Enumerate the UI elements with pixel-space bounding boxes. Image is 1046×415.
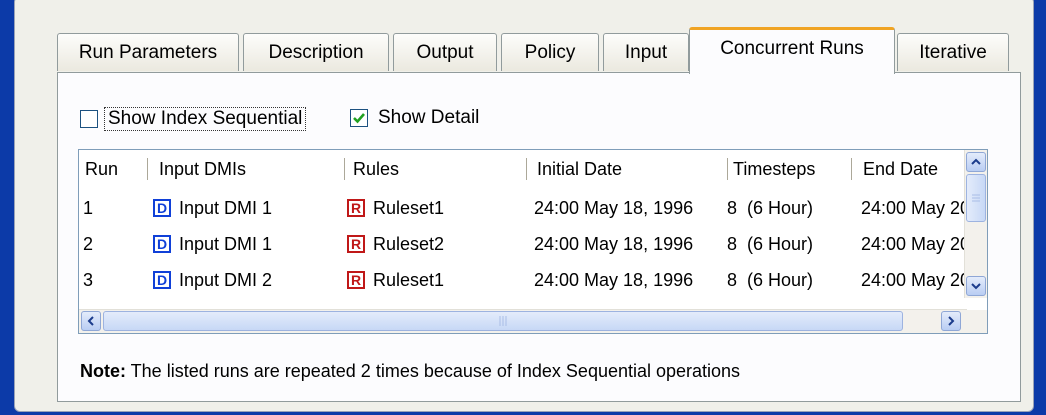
tab-description[interactable]: Description bbox=[243, 33, 389, 71]
tab-iterative[interactable]: Iterative bbox=[897, 33, 1009, 71]
table-row[interactable]: 2 D Input DMI 1 R Ruleset2 24:00 May 18,… bbox=[79, 226, 975, 262]
ruleset-icon: R bbox=[347, 271, 365, 289]
timesteps-cell: 8 (6 Hour) bbox=[727, 197, 814, 218]
checkbox-box[interactable] bbox=[80, 110, 98, 128]
column-divider[interactable] bbox=[344, 158, 345, 180]
show-detail-label: Show Detail bbox=[378, 107, 480, 128]
dmi-name: Input DMI 1 bbox=[179, 233, 273, 254]
arrow-right-icon[interactable] bbox=[941, 311, 961, 331]
timesteps-cell: 8 (6 Hour) bbox=[727, 269, 814, 290]
tab-strip: Run Parameters Description Output Policy… bbox=[57, 27, 1021, 74]
checkbox-box[interactable] bbox=[350, 109, 368, 127]
dmi-icon: D bbox=[153, 199, 171, 217]
dmi-icon: D bbox=[153, 271, 171, 289]
arrow-up-icon[interactable] bbox=[966, 152, 986, 172]
dmi-name: Input DMI 2 bbox=[179, 269, 273, 290]
table-row[interactable]: 1 D Input DMI 1 R Ruleset1 24:00 May 18,… bbox=[79, 190, 975, 226]
run-cell: 1 bbox=[83, 197, 94, 218]
end-date-cell: 24:00 May 20, bbox=[861, 197, 976, 218]
end-date-cell: 24:00 May 20, bbox=[861, 233, 976, 254]
table-row[interactable]: 3 D Input DMI 2 R Ruleset1 24:00 May 18,… bbox=[79, 262, 975, 298]
rules-cell: R Ruleset1 bbox=[347, 262, 444, 298]
ruleset-icon: R bbox=[347, 199, 365, 217]
show-detail-checkbox[interactable]: Show Detail bbox=[350, 107, 479, 129]
column-divider[interactable] bbox=[851, 158, 852, 180]
column-header-initial-date[interactable]: Initial Date bbox=[531, 150, 721, 188]
note-label: Note: bbox=[80, 361, 126, 381]
show-index-sequential-checkbox[interactable]: Show Index Sequential bbox=[80, 107, 307, 131]
arrow-down-icon[interactable] bbox=[966, 276, 986, 296]
dmi-icon: D bbox=[153, 235, 171, 253]
initial-date-cell: 24:00 May 18, 1996 bbox=[534, 269, 694, 290]
ruleset-name: Ruleset2 bbox=[373, 233, 445, 254]
run-cell: 3 bbox=[83, 269, 94, 290]
ruleset-name: Ruleset1 bbox=[373, 197, 445, 218]
dmi-name: Input DMI 1 bbox=[179, 197, 273, 218]
column-divider[interactable] bbox=[526, 158, 527, 180]
concurrent-runs-table[interactable]: Run Input DMIs Rules Initial Date Timest… bbox=[78, 149, 988, 334]
rules-cell: R Ruleset1 bbox=[347, 190, 444, 226]
dmi-cell: D Input DMI 2 bbox=[153, 262, 272, 298]
column-header-rules[interactable]: Rules bbox=[347, 150, 527, 188]
scrollbar-corner bbox=[965, 310, 987, 333]
vertical-scroll-thumb[interactable] bbox=[966, 174, 986, 222]
arrow-left-icon[interactable] bbox=[81, 311, 101, 331]
checkmark-icon bbox=[353, 113, 365, 124]
run-cell: 2 bbox=[83, 233, 94, 254]
column-header-input-dmis[interactable]: Input DMIs bbox=[153, 150, 343, 188]
ruleset-name: Ruleset1 bbox=[373, 269, 445, 290]
dmi-cell: D Input DMI 1 bbox=[153, 226, 272, 262]
rules-cell: R Ruleset2 bbox=[347, 226, 444, 262]
column-header-end-date[interactable]: End Date bbox=[857, 150, 967, 188]
tab-output[interactable]: Output bbox=[393, 33, 497, 71]
concurrent-runs-page: Show Index Sequential Show Detail Run In… bbox=[57, 72, 1021, 402]
horizontal-scrollbar[interactable] bbox=[79, 309, 967, 333]
tab-concurrent-runs[interactable]: Concurrent Runs bbox=[689, 27, 895, 74]
vertical-scrollbar[interactable] bbox=[964, 150, 987, 298]
tab-run-parameters[interactable]: Run Parameters bbox=[57, 33, 239, 71]
timesteps-cell: 8 (6 Hour) bbox=[727, 233, 814, 254]
column-header-timesteps[interactable]: Timesteps bbox=[727, 150, 851, 188]
table-header: Run Input DMIs Rules Initial Date Timest… bbox=[79, 150, 967, 188]
show-index-sequential-label: Show Index Sequential bbox=[104, 107, 307, 131]
horizontal-scroll-thumb[interactable] bbox=[103, 311, 903, 331]
column-header-run[interactable]: Run bbox=[79, 150, 147, 188]
note-text: Note: The listed runs are repeated 2 tim… bbox=[80, 361, 740, 382]
end-date-cell: 24:00 May 20, bbox=[861, 269, 976, 290]
ruleset-icon: R bbox=[347, 235, 365, 253]
note-message: The listed runs are repeated 2 times bec… bbox=[126, 361, 741, 381]
dialog-panel: Run Parameters Description Output Policy… bbox=[14, 0, 1034, 412]
column-divider[interactable] bbox=[147, 158, 148, 180]
initial-date-cell: 24:00 May 18, 1996 bbox=[534, 197, 694, 218]
tab-input[interactable]: Input bbox=[603, 33, 689, 71]
initial-date-cell: 24:00 May 18, 1996 bbox=[534, 233, 694, 254]
tab-policy[interactable]: Policy bbox=[501, 33, 599, 71]
dmi-cell: D Input DMI 1 bbox=[153, 190, 272, 226]
